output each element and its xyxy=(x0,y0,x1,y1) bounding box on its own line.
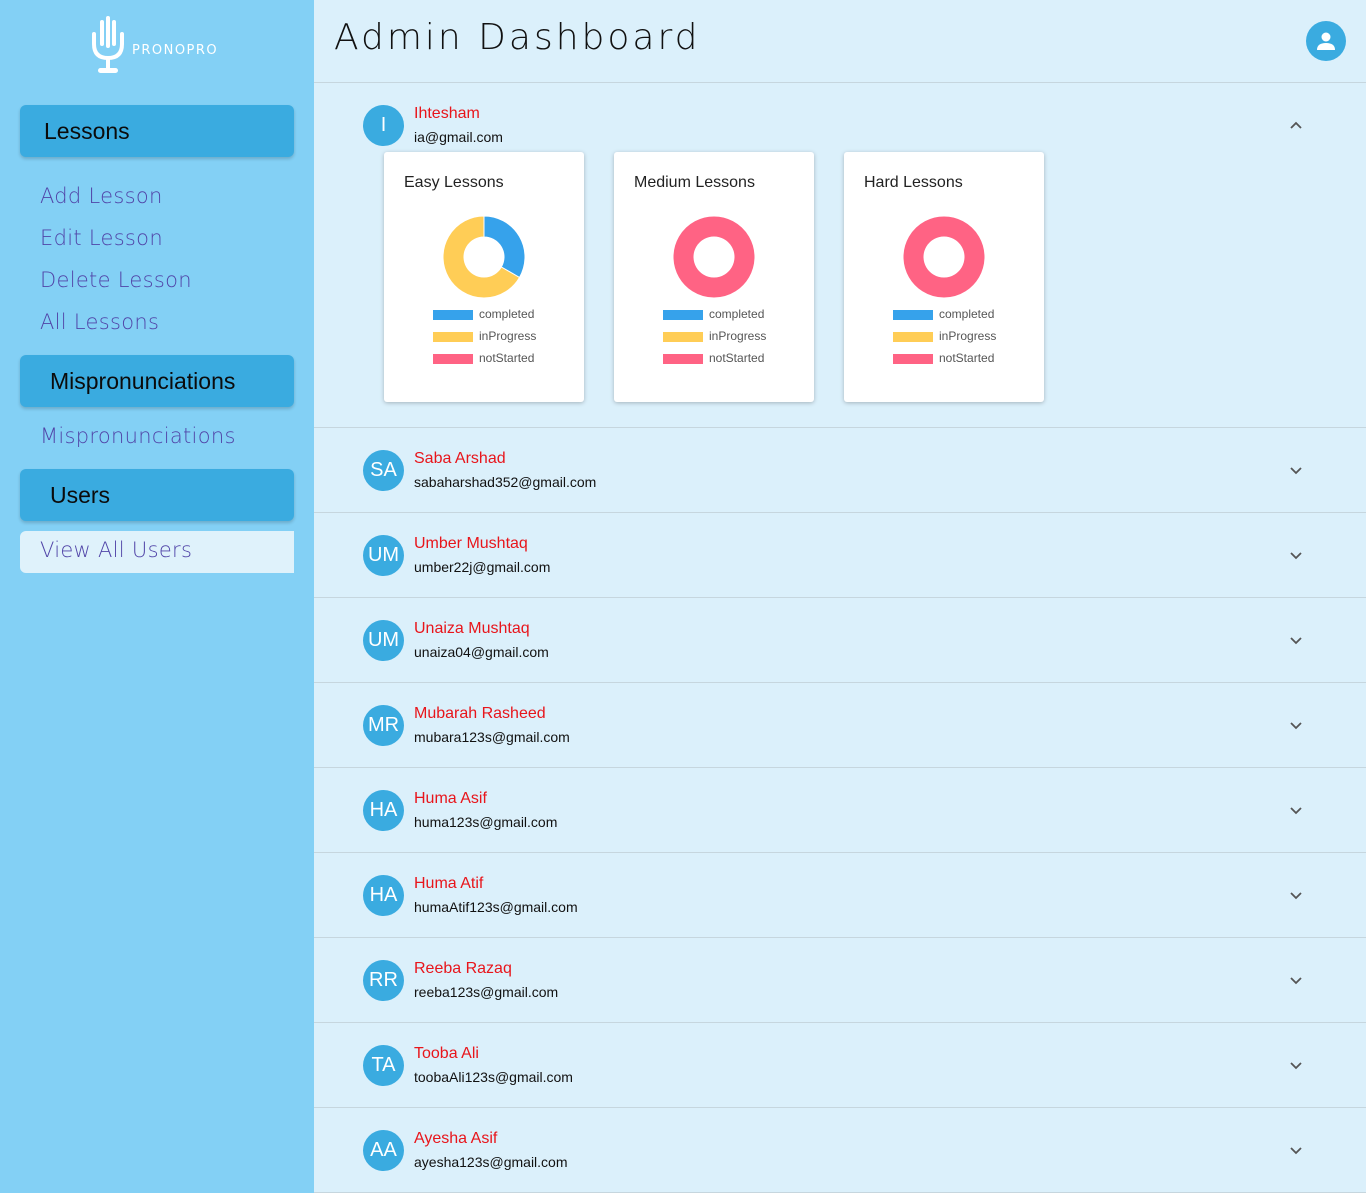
user-email: huma123s@gmail.com xyxy=(414,814,558,830)
user-email: toobaAli123s@gmail.com xyxy=(414,1069,573,1085)
legend-label: completed xyxy=(939,307,995,321)
header: Admin Dashboard xyxy=(314,0,1366,83)
donut-slice-notstarted xyxy=(902,215,986,299)
lessons-section-button[interactable]: Lessons xyxy=(20,105,294,157)
legend-label: notStarted xyxy=(939,351,995,365)
chart-title: Medium Lessons xyxy=(634,174,755,191)
user-name: Ihtesham xyxy=(414,105,480,122)
avatar: UM xyxy=(363,620,404,661)
user-email: sabaharshad352@gmail.com xyxy=(414,474,597,490)
legend-label: inProgress xyxy=(939,329,997,343)
avatar: I xyxy=(363,105,404,146)
sidebar: PRONOPRO Lessons Add Lesson Edit Lesson … xyxy=(0,0,314,1193)
logo-text: PRONOPRO xyxy=(132,43,219,58)
legend-label: completed xyxy=(709,307,765,321)
legend-swatch-inprogress xyxy=(663,332,703,342)
legend-swatch-inprogress xyxy=(433,332,473,342)
user-name: Mubarah Rasheed xyxy=(414,705,546,722)
edit-lesson-link[interactable]: Edit Lesson xyxy=(40,226,163,250)
chevron-up-icon[interactable] xyxy=(1288,117,1304,133)
legend-swatch-notstarted xyxy=(893,354,933,364)
user-name: Huma Asif xyxy=(414,790,487,807)
user-email: humaAtif123s@gmail.com xyxy=(414,899,578,915)
chevron-down-icon[interactable] xyxy=(1288,802,1304,818)
user-email: unaiza04@gmail.com xyxy=(414,644,549,660)
all-lessons-link[interactable]: All Lessons xyxy=(40,310,159,334)
chevron-down-icon[interactable] xyxy=(1288,972,1304,988)
chevron-down-icon[interactable] xyxy=(1288,1057,1304,1073)
user-row[interactable]: I Ihtesham ia@gmail.com Easy Lessons com… xyxy=(314,83,1366,428)
user-name: Umber Mushtaq xyxy=(414,535,528,552)
legend-swatch-notstarted xyxy=(663,354,703,364)
users-section-button[interactable]: Users xyxy=(20,469,294,521)
user-email: ayesha123s@gmail.com xyxy=(414,1154,568,1170)
avatar: SA xyxy=(363,450,404,491)
microphone-icon xyxy=(92,16,124,73)
chevron-down-icon[interactable] xyxy=(1288,887,1304,903)
legend-swatch-completed xyxy=(893,310,933,320)
avatar: TA xyxy=(363,1045,404,1086)
user-row[interactable]: RR Reeba Razaq reeba123s@gmail.com xyxy=(314,938,1366,1023)
donut-slice-notstarted xyxy=(672,215,756,299)
avatar: AA xyxy=(363,1130,404,1171)
user-email: umber22j@gmail.com xyxy=(414,559,551,575)
mispronunciations-section-button[interactable]: Mispronunciations xyxy=(20,355,294,407)
legend-label: inProgress xyxy=(709,329,767,343)
delete-lesson-link[interactable]: Delete Lesson xyxy=(40,268,192,292)
donut-chart xyxy=(902,215,986,299)
mispronunciations-link[interactable]: Mispronunciations xyxy=(40,424,236,448)
user-row[interactable]: UM Unaiza Mushtaq unaiza04@gmail.com xyxy=(314,598,1366,683)
user-row[interactable]: SA Saba Arshad sabaharshad352@gmail.com xyxy=(314,428,1366,513)
legend-label: completed xyxy=(479,307,535,321)
page-title: Admin Dashboard xyxy=(334,17,701,58)
view-all-users-link[interactable]: View All Users xyxy=(40,538,192,562)
chevron-down-icon[interactable] xyxy=(1288,632,1304,648)
user-row[interactable]: TA Tooba Ali toobaAli123s@gmail.com xyxy=(314,1023,1366,1108)
avatar: UM xyxy=(363,535,404,576)
user-email: reeba123s@gmail.com xyxy=(414,984,559,1000)
easy-lessons-card: Easy Lessons completed inProgress notSta… xyxy=(384,152,584,402)
legend-swatch-completed xyxy=(663,310,703,320)
user-row[interactable]: AA Ayesha Asif ayesha123s@gmail.com xyxy=(314,1108,1366,1193)
account-icon xyxy=(1317,32,1335,50)
chart-title: Hard Lessons xyxy=(864,174,963,191)
account-button[interactable] xyxy=(1306,21,1346,61)
chart-title: Easy Lessons xyxy=(404,174,504,191)
user-row[interactable]: MR Mubarah Rasheed mubara123s@gmail.com xyxy=(314,683,1366,768)
app-logo[interactable]: PRONOPRO xyxy=(88,14,228,78)
user-name: Huma Atif xyxy=(414,875,484,892)
legend-label: inProgress xyxy=(479,329,537,343)
legend-swatch-inprogress xyxy=(893,332,933,342)
chevron-down-icon[interactable] xyxy=(1288,717,1304,733)
user-row[interactable]: UM Umber Mushtaq umber22j@gmail.com xyxy=(314,513,1366,598)
donut-chart xyxy=(672,215,756,299)
user-row[interactable]: HA Huma Asif huma123s@gmail.com xyxy=(314,768,1366,853)
user-name: Tooba Ali xyxy=(414,1045,479,1062)
medium-lessons-card: Medium Lessons completed inProgress notS… xyxy=(614,152,814,402)
avatar: HA xyxy=(363,875,404,916)
add-lesson-link[interactable]: Add Lesson xyxy=(40,184,163,208)
avatar: RR xyxy=(363,960,404,1001)
chevron-down-icon[interactable] xyxy=(1288,462,1304,478)
legend-swatch-completed xyxy=(433,310,473,320)
user-name: Reeba Razaq xyxy=(414,960,512,977)
user-name: Saba Arshad xyxy=(414,450,506,467)
avatar: HA xyxy=(363,790,404,831)
user-name: Ayesha Asif xyxy=(414,1130,498,1147)
chevron-down-icon[interactable] xyxy=(1288,1142,1304,1158)
user-row[interactable]: HA Huma Atif humaAtif123s@gmail.com xyxy=(314,853,1366,938)
user-email: mubara123s@gmail.com xyxy=(414,729,570,745)
donut-chart xyxy=(442,215,526,299)
avatar: MR xyxy=(363,705,404,746)
user-email: ia@gmail.com xyxy=(414,129,503,145)
legend-swatch-notstarted xyxy=(433,354,473,364)
chevron-down-icon[interactable] xyxy=(1288,547,1304,563)
legend-label: notStarted xyxy=(709,351,765,365)
user-name: Unaiza Mushtaq xyxy=(414,620,530,637)
user-list: I Ihtesham ia@gmail.com Easy Lessons com… xyxy=(314,83,1366,1193)
hard-lessons-card: Hard Lessons completed inProgress notSta… xyxy=(844,152,1044,402)
legend-label: notStarted xyxy=(479,351,535,365)
